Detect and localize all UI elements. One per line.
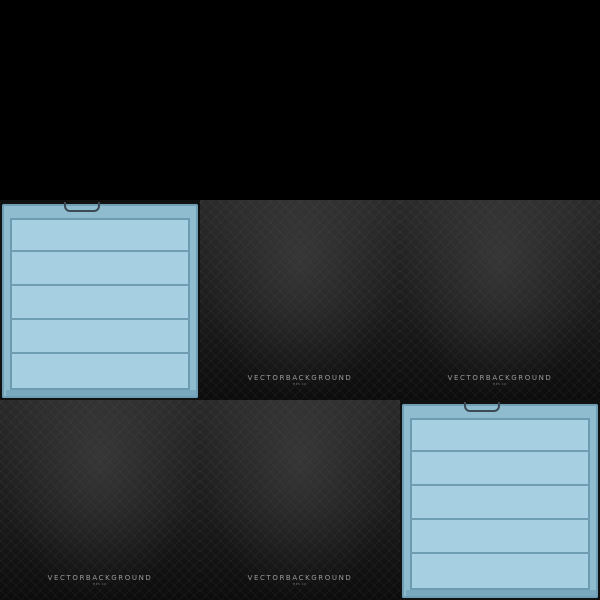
watermark-text: VECTORBACKGROUND	[47, 574, 153, 582]
dark-texture-tile[interactable]: VECTORBACKGROUND EPS 10	[200, 400, 400, 600]
watermark-subtext: EPS 10	[493, 382, 507, 386]
dark-texture-tile[interactable]: VECTORBACKGROUND EPS 10	[400, 200, 600, 400]
shutter-slat	[412, 518, 588, 520]
image-tile-grid: VECTORBACKGROUND EPS 10 VECTORBACKGROUND…	[0, 200, 600, 600]
dark-texture-tile[interactable]: VECTORBACKGROUND EPS 10	[0, 400, 200, 600]
watermark-text: VECTORBACKGROUND	[447, 374, 553, 382]
shutter-slat	[412, 552, 588, 554]
shutter-handle-icon	[64, 202, 100, 212]
shutter-slat	[12, 284, 188, 286]
shutter-bottom-rail	[6, 390, 196, 396]
shutter-tile-top-left[interactable]	[0, 200, 200, 400]
watermark-text: VECTORBACKGROUND	[247, 374, 353, 382]
watermark-subtext: EPS 10	[293, 382, 307, 386]
shutter-slat	[12, 318, 188, 320]
watermark-subtext: EPS 10	[293, 582, 307, 586]
shutter-panel	[10, 218, 190, 390]
shutter-slat	[412, 450, 588, 452]
shutter-bottom-rail	[406, 590, 596, 596]
watermark-text: VECTORBACKGROUND	[247, 574, 353, 582]
shutter-frame	[402, 402, 598, 598]
watermark-subtext: EPS 10	[93, 582, 107, 586]
shutter-panel	[410, 418, 590, 590]
shutter-slat	[12, 250, 188, 252]
top-black-band	[0, 0, 600, 200]
shutter-tile-bottom-right[interactable]	[400, 400, 600, 600]
shutter-slat	[412, 484, 588, 486]
shutter-frame	[2, 202, 198, 398]
shutter-slat	[12, 352, 188, 354]
shutter-handle-icon	[464, 402, 500, 412]
dark-texture-tile[interactable]: VECTORBACKGROUND EPS 10	[200, 200, 400, 400]
